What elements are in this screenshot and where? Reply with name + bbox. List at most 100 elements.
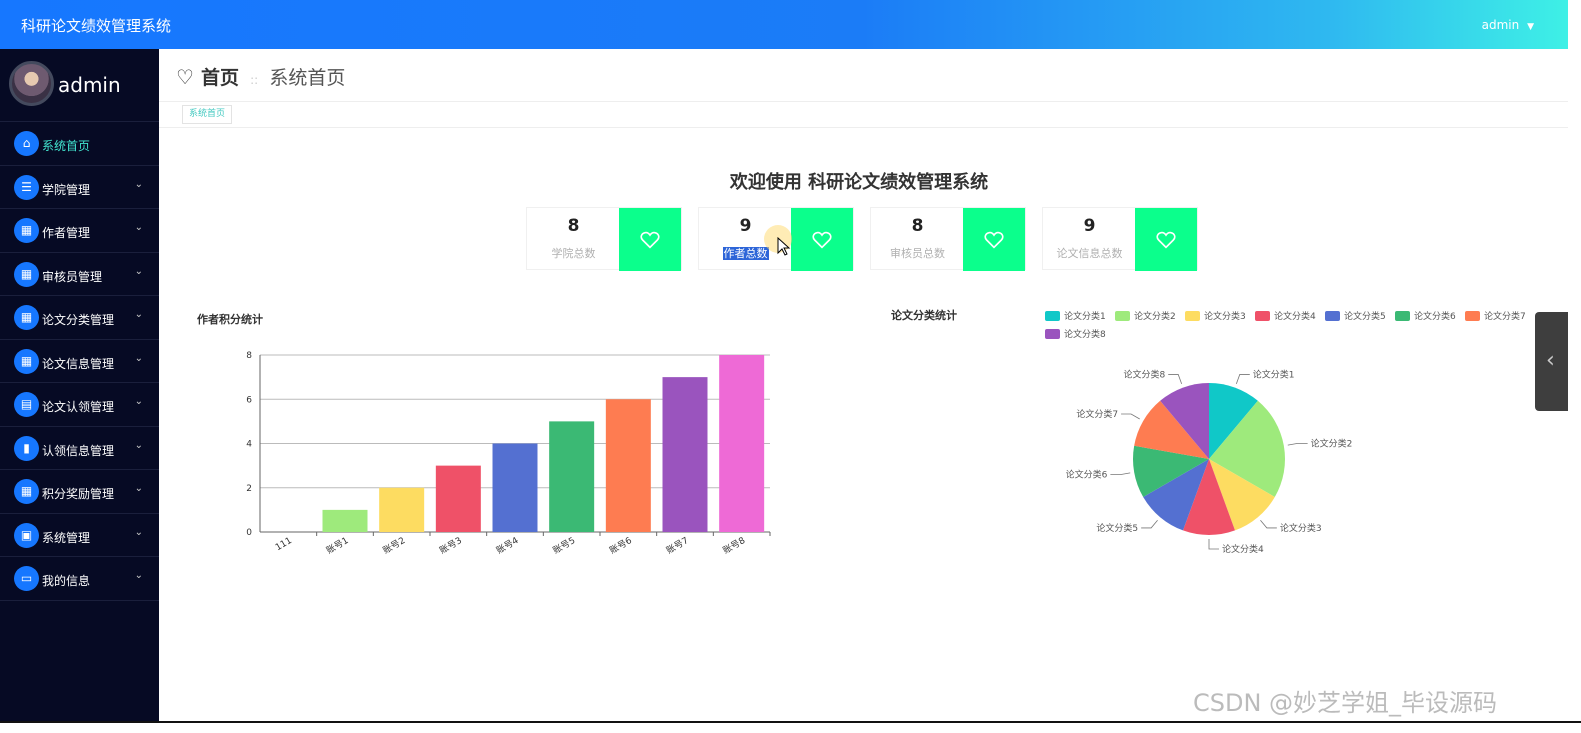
- sidebar-menu: ⌂ 系统首页 ☰ 学院管理 ⌄ ▦ 作者管理 ⌄ ▦ 审核员管理 ⌄ ▦ 论文分类管理 ⌄ ▦ 论文信息管理 ⌄…: [0, 122, 159, 601]
- stat-label: 学院总数: [527, 245, 620, 261]
- sidebar-item[interactable]: ▤ 论文认领管理 ⌄: [0, 383, 159, 427]
- sidebar-item-label: 系统管理: [42, 530, 91, 545]
- sidebar-item-label: 论文认领管理: [42, 400, 115, 414]
- legend-swatch: [1045, 328, 1060, 339]
- pie-label-line: [1260, 520, 1277, 529]
- x-tick-label: 账号6: [608, 535, 634, 557]
- sidebar-item[interactable]: ▦ 作者管理 ⌄: [0, 209, 159, 253]
- grid-icon: ▦: [14, 479, 39, 504]
- sidebar-item[interactable]: ▦ 论文信息管理 ⌄: [0, 340, 159, 383]
- watermark: CSDN @妙芝学姐_毕设源码: [1193, 689, 1498, 717]
- y-tick-label: 8: [246, 351, 252, 361]
- bar[interactable]: [662, 377, 708, 532]
- x-tick-label: 账号5: [551, 535, 577, 556]
- stat-card: 8 学院总数: [526, 207, 682, 271]
- window-edge: [1568, 0, 1581, 721]
- legend-label: 论文分类1: [1064, 312, 1106, 322]
- sidebar-item-label: 论文信息管理: [42, 356, 115, 371]
- pie-label-line: [1287, 442, 1308, 446]
- x-tick-label: 账号7: [664, 535, 690, 556]
- bar-chart: 0 2 4 6 8 111 账号1 账号2 账号3 账号4 账号5 账号6 账号7 账号8: [246, 351, 771, 557]
- legend-swatch: [1045, 310, 1060, 321]
- sidebar-item[interactable]: ⌂ 系统首页: [0, 122, 159, 166]
- legend-item[interactable]: 论文分类5: [1325, 305, 1386, 322]
- card-icon: ▭: [14, 566, 39, 591]
- legend-swatch: [1115, 310, 1130, 321]
- heart-icon: ♡: [176, 65, 194, 89]
- y-tick-label: 6: [246, 395, 252, 405]
- legend-item[interactable]: 论文分类3: [1185, 305, 1246, 322]
- pie-label-line: [1208, 539, 1219, 550]
- pie-chart: 论文分类1 论文分类2 论文分类3 论文分类4 论文分类5 论文分类6 论文分类7 论文分类8: [1066, 369, 1353, 555]
- legend-item[interactable]: 论文分类1: [1045, 305, 1106, 322]
- stat-value: 8: [567, 216, 580, 236]
- legend-swatch: [1325, 310, 1340, 321]
- legend-item[interactable]: 论文分类2: [1115, 305, 1176, 322]
- avatar: [9, 61, 54, 106]
- legend-label: 论文分类2: [1134, 312, 1176, 322]
- bar[interactable]: [379, 487, 425, 532]
- legend-label: 论文分类6: [1414, 312, 1456, 322]
- sidebar-item-label: 论文分类管理: [42, 313, 115, 327]
- pie-slice-label: 论文分类3: [1280, 522, 1322, 534]
- bar-chart-title: 作者积分统计: [197, 313, 263, 326]
- chevron-left-icon: ‹: [1546, 348, 1555, 373]
- stat-icon-box: [619, 208, 681, 271]
- sidebar-item[interactable]: ☰ 学院管理 ⌄: [0, 166, 159, 209]
- heart-icon: [984, 231, 1004, 249]
- sidebar-item[interactable]: ▦ 论文分类管理 ⌄: [0, 296, 159, 340]
- legend-item[interactable]: 论文分类6: [1395, 305, 1456, 322]
- legend-item[interactable]: 论文分类4: [1255, 305, 1316, 322]
- pie-label-line: [1141, 520, 1158, 529]
- chevron-down-icon: ⌄: [134, 526, 143, 538]
- stat-label-text: 学院总数: [551, 247, 596, 260]
- profile: admin: [0, 49, 159, 122]
- sidebar-item-label: 我的信息: [42, 574, 91, 588]
- window-edge: [0, 721, 1581, 733]
- legend-label: 论文分类8: [1064, 330, 1106, 340]
- legend-item[interactable]: 论文分类7: [1465, 305, 1526, 322]
- legend-swatch: [1255, 310, 1270, 321]
- bar-chart-icon: ▮: [14, 435, 39, 461]
- x-tick-label: 账号1: [324, 535, 350, 556]
- legend-item[interactable]: 论文分类8: [1045, 323, 1106, 340]
- pie-legend: 论文分类1 论文分类2 论文分类3 论文分类4 论文分类5 论文分类6 论文分类7 论文分类8: [1045, 305, 1565, 345]
- divider: [159, 101, 1568, 102]
- bar[interactable]: [322, 509, 368, 532]
- sidebar-item[interactable]: ▦ 审核员管理 ⌄: [0, 253, 159, 296]
- pie-chart-title: 论文分类统计: [891, 309, 957, 322]
- home-icon: ⌂: [14, 131, 39, 156]
- main-content: ♡ 首页 :: 系统首页 系统首页 欢迎使用 科研论文绩效管理系统 8 学院总数 9…: [159, 49, 1568, 721]
- stat-icon-box: [1135, 208, 1197, 271]
- stat-value: 8: [911, 216, 924, 236]
- bar[interactable]: [549, 421, 595, 532]
- sidebar-item[interactable]: ▮ 认领信息管理 ⌄: [0, 427, 159, 470]
- bar[interactable]: [435, 465, 481, 532]
- x-tick-label: 账号2: [381, 535, 407, 556]
- sidebar-item[interactable]: ▦ 积分奖励管理 ⌄: [0, 470, 159, 514]
- sidebar-item[interactable]: ▣ 系统管理 ⌄: [0, 514, 159, 557]
- stat-value: 9: [1083, 216, 1096, 236]
- pie-slice-label: 论文分类2: [1311, 437, 1353, 449]
- separator: ::: [250, 73, 259, 87]
- sidebar-item[interactable]: ▭ 我的信息 ⌄: [0, 557, 159, 601]
- sidebar-item-label: 认领信息管理: [42, 443, 115, 458]
- pie-label-line: [1121, 413, 1140, 420]
- user-menu[interactable]: admin ▼: [1482, 18, 1534, 32]
- x-tick-label: 账号3: [438, 535, 464, 556]
- x-tick-label: 111: [274, 536, 294, 553]
- bar[interactable]: [492, 443, 538, 533]
- legend-label: 论文分类3: [1204, 312, 1246, 322]
- bar[interactable]: [605, 399, 651, 532]
- stat-label-text: 作者总数: [722, 247, 769, 260]
- tab-home[interactable]: 系统首页: [182, 105, 233, 124]
- x-tick-label: 账号4: [494, 535, 520, 557]
- sidebar-item-label: 学院管理: [42, 182, 91, 197]
- pie-slice-label: 论文分类4: [1222, 543, 1264, 555]
- bar[interactable]: [719, 355, 765, 532]
- list-icon: ☰: [14, 174, 39, 200]
- collapse-side-tab[interactable]: ‹: [1535, 312, 1568, 411]
- y-tick-label: 4: [246, 440, 252, 450]
- page-subtitle: 系统首页: [269, 67, 346, 89]
- stat-label-text: 论文信息总数: [1056, 247, 1123, 260]
